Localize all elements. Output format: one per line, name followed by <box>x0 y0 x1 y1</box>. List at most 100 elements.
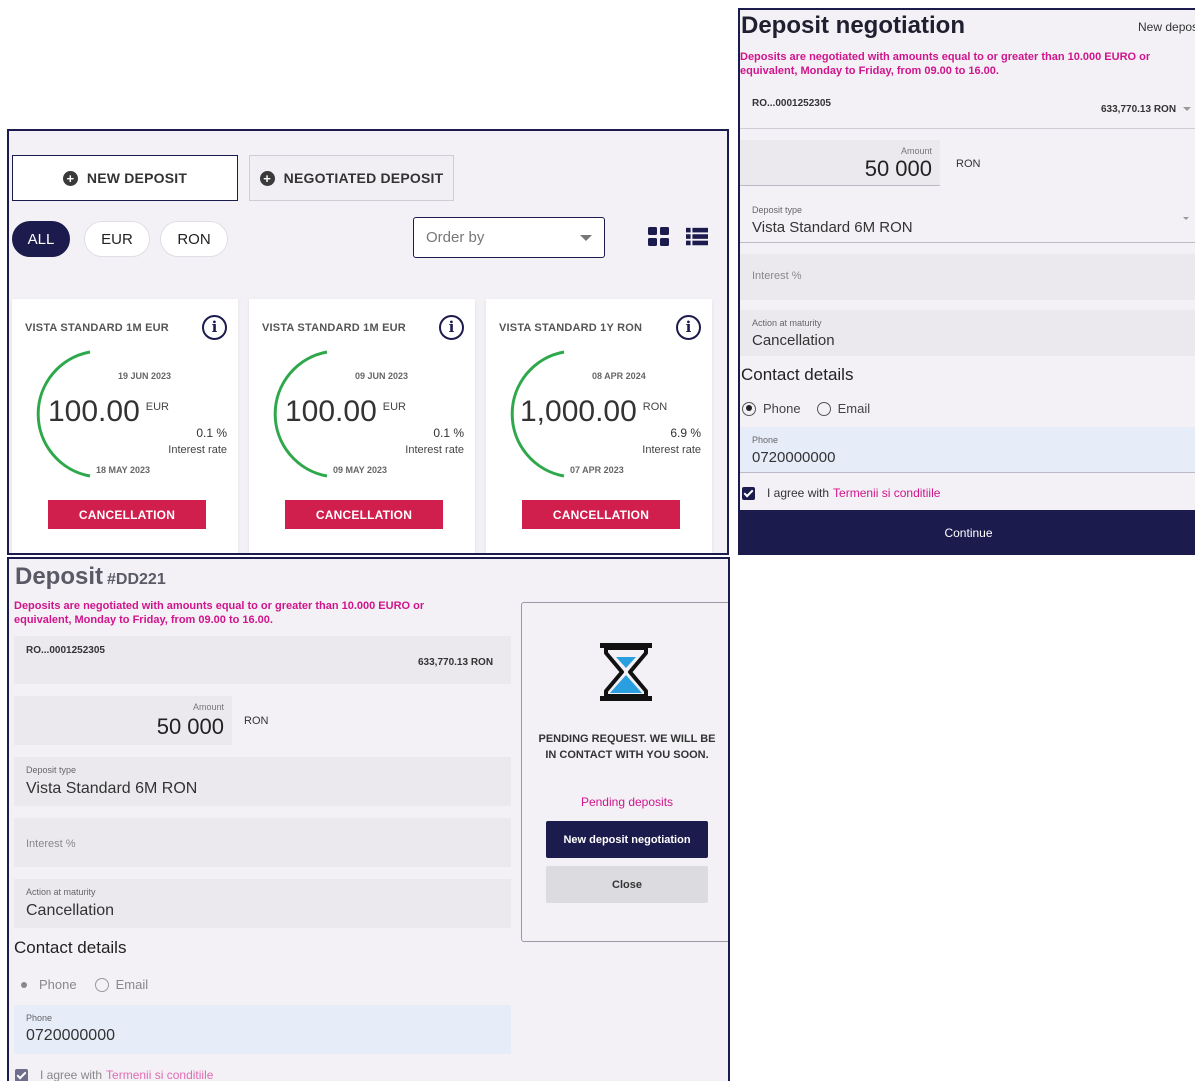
maturity-action-field[interactable]: Action at maturity Cancellation <box>740 310 1195 356</box>
deposit-card: VISTA STANDARD 1M EUR i 19 JUN 2023 100.… <box>12 299 238 553</box>
new-deposit-link[interactable]: New depos <box>1138 20 1195 34</box>
deposit-type-select[interactable]: Deposit type Vista Standard 6M RON <box>740 197 1195 243</box>
filter-all[interactable]: ALL <box>12 221 70 257</box>
amount-field: Amount 50 000 <box>14 696 232 745</box>
phone-radio[interactable] <box>742 401 756 416</box>
deposit-type-value: Vista Standard 6M RON <box>26 780 198 797</box>
maturity-action-field: Action at maturity Cancellation <box>14 879 511 928</box>
maturity-date: 08 APR 2024 <box>592 371 646 381</box>
deposit-type-field: Deposit type Vista Standard 6M RON <box>14 757 511 806</box>
maturity-value: Cancellation <box>752 332 835 349</box>
terms-link[interactable]: Termenii si conditiile <box>833 486 940 500</box>
plus-circle-icon: + <box>62 170 78 186</box>
amount-currency: RON <box>956 158 981 170</box>
chevron-down-icon <box>580 235 592 241</box>
amount-value: 1,000.00 <box>520 395 637 428</box>
email-option-label: Email <box>837 401 871 416</box>
phone-field[interactable]: Phone 0720000000 <box>740 427 1195 473</box>
cancellation-button[interactable]: CANCELLATION <box>285 500 443 529</box>
new-deposit-button[interactable]: + NEW DEPOSIT <box>12 155 238 201</box>
info-icon[interactable]: i <box>202 315 227 340</box>
deposit-title: VISTA STANDARD 1M EUR <box>262 322 406 334</box>
interest-field[interactable]: Interest % <box>740 254 1195 300</box>
deposit-type-value: Vista Standard 6M RON <box>752 219 913 236</box>
account-number: RO...0001252305 <box>752 98 831 109</box>
interest-rate-label: Interest rate <box>405 444 464 456</box>
amount-value: 100.00 <box>48 395 140 428</box>
maturity-date: 19 JUN 2023 <box>118 371 172 381</box>
contact-method-group: Phone Email <box>742 401 870 416</box>
email-option-label: Email <box>115 977 149 992</box>
phone-value: 0720000000 <box>26 1027 115 1044</box>
interest-rate: 6.9 % <box>670 426 701 440</box>
deposit-type-label: Deposit type <box>752 205 803 215</box>
terms-link[interactable]: Termenii si conditiile <box>106 1068 213 1081</box>
amount-value: 100.00 <box>285 395 377 428</box>
amount-field[interactable]: Amount 50 000 <box>740 140 940 186</box>
start-date: 18 MAY 2023 <box>96 465 151 475</box>
amount-currency: RON <box>244 715 269 727</box>
deposit-amount: 100.00 EUR <box>48 395 169 429</box>
filter-eur[interactable]: EUR <box>84 221 150 257</box>
info-icon[interactable]: i <box>676 315 701 340</box>
phone-option-label: Phone <box>763 401 801 416</box>
account-number: RO...0001252305 <box>26 645 105 656</box>
email-radio[interactable] <box>816 401 831 416</box>
pending-message: PENDING REQUEST. WE WILL BE IN CONTACT W… <box>538 733 716 761</box>
amount-value: 50 000 <box>156 714 224 739</box>
cancellation-button[interactable]: CANCELLATION <box>522 500 680 529</box>
account-select: RO...0001252305 633,770.13 RON <box>14 636 511 684</box>
agree-checkbox[interactable] <box>742 486 755 500</box>
phone-value: 0720000000 <box>752 449 836 466</box>
phone-label: Phone <box>752 435 779 445</box>
interest-placeholder: Interest % <box>26 838 76 850</box>
agree-text: I agree with <box>40 1068 103 1081</box>
deposit-title: Deposit <box>15 563 104 590</box>
contact-method-group: Phone Email <box>17 977 148 992</box>
hourglass-icon <box>600 643 652 701</box>
negotiation-notice: Deposits are negotiated with amounts equ… <box>740 51 1151 77</box>
deposits-list-panel: + NEW DEPOSIT + NEGOTIATED DEPOSIT ALL E… <box>7 129 729 555</box>
maturity-label: Action at maturity <box>26 887 96 897</box>
deposit-card: VISTA STANDARD 1M EUR i 09 JUN 2023 100.… <box>249 299 475 553</box>
filter-ron[interactable]: RON <box>160 221 228 257</box>
terms-agreement: I agree with Termenii si conditiile <box>15 1068 213 1081</box>
order-by-placeholder: Order by <box>426 229 485 246</box>
deposit-amount: 1,000.00 RON <box>520 395 667 429</box>
new-deposit-label: NEW DEPOSIT <box>86 170 188 186</box>
list-view-icon[interactable] <box>686 227 708 247</box>
plus-circle-icon: + <box>259 170 275 186</box>
interest-rate-label: Interest rate <box>168 444 227 456</box>
grid-view-icon[interactable] <box>648 227 670 247</box>
order-by-select[interactable]: Order by <box>413 217 605 258</box>
start-date: 09 MAY 2023 <box>333 465 388 475</box>
agree-checkbox <box>15 1068 28 1081</box>
interest-placeholder: Interest % <box>752 270 802 282</box>
account-select[interactable]: RO...0001252305 633,770.13 RON <box>740 89 1195 129</box>
interest-rate: 0.1 % <box>196 426 227 440</box>
cancellation-button[interactable]: CANCELLATION <box>48 500 206 529</box>
interest-rate: 0.1 % <box>433 426 464 440</box>
continue-button[interactable]: Continue <box>740 510 1195 553</box>
phone-label: Phone <box>26 1013 53 1023</box>
amount-label: Amount <box>900 146 932 156</box>
maturity-label: Action at maturity <box>752 318 822 328</box>
negotiated-deposit-button[interactable]: + NEGOTIATED DEPOSIT <box>249 155 454 201</box>
account-balance: 633,770.13 RON <box>1101 104 1177 115</box>
contact-details-title: Contact details <box>741 365 854 384</box>
maturity-value: Cancellation <box>26 902 115 919</box>
new-deposit-negotiation-button[interactable]: New deposit negotiation <box>546 821 708 858</box>
maturity-date: 09 JUN 2023 <box>355 371 409 381</box>
pending-request-dialog: PENDING REQUEST. WE WILL BE IN CONTACT W… <box>521 602 728 942</box>
phone-radio-dot <box>21 981 27 988</box>
info-icon[interactable]: i <box>439 315 464 340</box>
deposit-title: VISTA STANDARD 1M EUR <box>25 322 169 334</box>
pending-deposits-link[interactable]: Pending deposits <box>522 795 728 809</box>
terms-agreement: I agree with Termenii si conditiile <box>742 486 940 500</box>
close-button[interactable]: Close <box>546 866 708 903</box>
page-title: Deposit #DD221 <box>15 563 166 591</box>
phone-field: Phone 0720000000 <box>14 1005 511 1054</box>
email-radio <box>94 977 109 992</box>
amount-currency: RON <box>642 401 668 413</box>
page-title: Deposit negotiation <box>741 12 965 39</box>
